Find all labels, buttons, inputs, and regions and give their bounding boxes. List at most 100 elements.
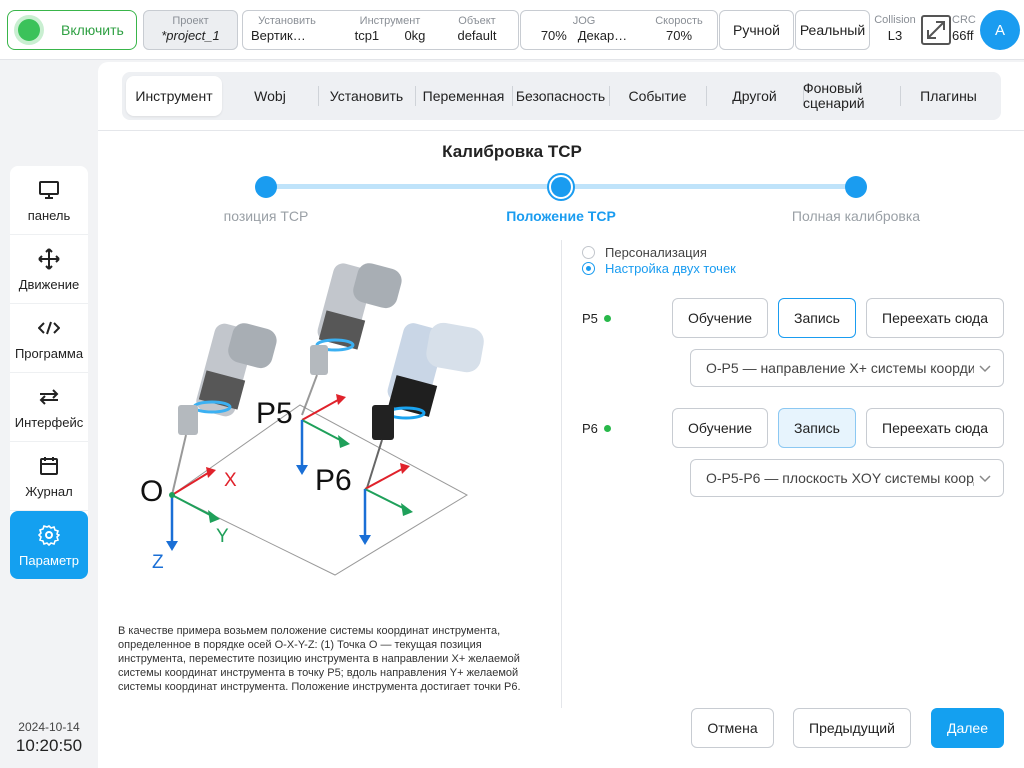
clock-date: 2024-10-14 — [18, 720, 80, 734]
p5-direction-select[interactable]: O-P5 — направление X+ системы координат … — [690, 349, 1004, 387]
tab-tool[interactable]: Инструмент — [126, 76, 222, 116]
object-value: default — [457, 28, 497, 43]
tool-load: 0kg — [404, 28, 426, 43]
nav-label: Параметр — [19, 552, 79, 568]
previous-button[interactable]: Предыдущий — [793, 708, 911, 748]
step-3-label: Полная калибровка — [791, 208, 921, 224]
vertical-divider — [561, 240, 562, 708]
status-dot-icon — [603, 315, 611, 322]
tab-mount[interactable]: Установить — [318, 76, 415, 116]
tab-safety[interactable]: Безопасность — [512, 76, 609, 116]
point-name: P5 — [582, 311, 598, 326]
chevron-down-icon — [979, 365, 991, 373]
tab-background-script[interactable]: Фоновый сценарий — [803, 76, 900, 116]
nav-item-parameter[interactable]: Параметр — [10, 511, 88, 579]
nav-label: Движение — [18, 276, 80, 292]
tab-wobj[interactable]: Wobj — [222, 76, 318, 116]
setup-status-group[interactable]: Установить Вертик… Инструмент tcp1 0kg О… — [242, 10, 519, 50]
tab-other[interactable]: Другой — [706, 76, 803, 116]
step-1-label: позиция TCP — [223, 208, 309, 224]
next-button[interactable]: Далее — [931, 708, 1004, 748]
code-icon — [37, 316, 61, 340]
label-x-axis: X — [224, 470, 237, 491]
nav-label: панель — [27, 207, 71, 223]
swap-arrows-icon — [37, 385, 61, 409]
jog-frame: Декар… — [577, 28, 628, 43]
clock: 2024-10-14 10:20:50 — [0, 720, 98, 756]
radio-personalization[interactable]: Персонализация — [582, 245, 707, 260]
step-2-dot — [547, 173, 575, 201]
collision-key: Collision — [874, 14, 916, 26]
collision-value: L3 — [887, 28, 903, 43]
nav-label: Программа — [14, 345, 84, 361]
p6-direction-select[interactable]: O-P5-P6 — плоскость XOY системы координа… — [690, 459, 1004, 497]
power-label: Включить — [61, 22, 124, 38]
robot-arm-3 — [366, 322, 484, 489]
status-dot-icon — [603, 425, 611, 432]
point-name: P6 — [582, 421, 598, 436]
step-2-label: Положение TCP — [506, 208, 616, 224]
tool-key: Инструмент — [359, 15, 421, 27]
power-button[interactable]: Включить — [7, 10, 137, 50]
nav-item-log[interactable]: Журнал — [10, 442, 88, 511]
nav-item-motion[interactable]: Движение — [10, 235, 88, 304]
clock-time: 10:20:50 — [15, 736, 83, 755]
jog-status-group[interactable]: JOG 70% Декар… Скорость 70% — [520, 10, 718, 50]
crc-status: CRC 66ff — [952, 14, 982, 43]
label-y-axis: Y — [216, 526, 229, 547]
avatar[interactable]: A — [980, 10, 1020, 50]
select-value: O-P5 — направление X+ системы координат … — [706, 360, 974, 376]
tab-plugins[interactable]: Плагины — [900, 76, 997, 116]
power-indicator-icon — [18, 19, 40, 41]
p6-teach-button[interactable]: Обучение — [672, 408, 768, 448]
top-status-bar: Включить Проект *project_1 Установить Ве… — [0, 0, 1024, 60]
project-status[interactable]: Проект *project_1 — [143, 10, 238, 50]
expand-icon[interactable] — [921, 15, 951, 45]
chevron-down-icon — [979, 475, 991, 483]
p6-record-button[interactable]: Запись — [778, 408, 856, 448]
nav-label: Журнал — [25, 483, 73, 499]
point-p6-label: P6 — [582, 421, 611, 436]
jog-key: JOG — [572, 15, 596, 27]
side-navigation: панель Движение Программа Интерфейс Журн… — [10, 166, 88, 579]
real-mode-button[interactable]: Реальный — [795, 10, 870, 50]
mount-key: Установить — [258, 15, 316, 27]
jog-percent: 70% — [540, 28, 567, 43]
crc-key: CRC — [952, 14, 976, 26]
p5-move-here-button[interactable]: Переехать сюда — [866, 298, 1004, 338]
radio-two-point-setup[interactable]: Настройка двух точек — [582, 261, 736, 276]
crc-value: 66ff — [952, 28, 974, 43]
monitor-icon — [37, 178, 61, 202]
object-key: Объект — [458, 15, 496, 27]
tab-event[interactable]: Событие — [609, 76, 706, 116]
p6-move-here-button[interactable]: Переехать сюда — [866, 408, 1004, 448]
nav-label: Интерфейс — [14, 414, 84, 430]
radio-label: Персонализация — [605, 245, 707, 260]
divider — [98, 130, 1024, 131]
manual-mode-button[interactable]: Ручной — [719, 10, 794, 50]
radio-label: Настройка двух точек — [605, 261, 736, 276]
nav-item-dashboard[interactable]: панель — [10, 166, 88, 235]
cancel-button[interactable]: Отмена — [691, 708, 774, 748]
nav-item-program[interactable]: Программа — [10, 304, 88, 373]
radio-selected-icon — [582, 262, 595, 275]
step-1-dot — [255, 176, 277, 198]
settings-tabs: Инструмент Wobj Установить Переменная Бе… — [122, 72, 1001, 120]
tab-variable[interactable]: Переменная — [415, 76, 512, 116]
label-p5: P5 — [256, 397, 293, 430]
gear-icon — [37, 523, 61, 547]
move-arrows-icon — [37, 247, 61, 271]
label-p6: P6 — [315, 464, 352, 497]
calendar-icon — [37, 454, 61, 478]
project-key: Проект — [172, 15, 209, 27]
label-o: O — [140, 475, 163, 508]
select-value: O-P5-P6 — плоскость XOY системы координа… — [706, 470, 974, 486]
project-value: *project_1 — [161, 28, 220, 43]
p5-record-button[interactable]: Запись — [778, 298, 856, 338]
p5-teach-button[interactable]: Обучение — [672, 298, 768, 338]
mount-value: Вертик… — [251, 28, 306, 43]
radio-circle-icon — [582, 246, 595, 259]
calibration-title: Калибровка TCP — [442, 142, 582, 161]
nav-item-interface[interactable]: Интерфейс — [10, 373, 88, 442]
tool-name: tcp1 — [354, 28, 380, 43]
